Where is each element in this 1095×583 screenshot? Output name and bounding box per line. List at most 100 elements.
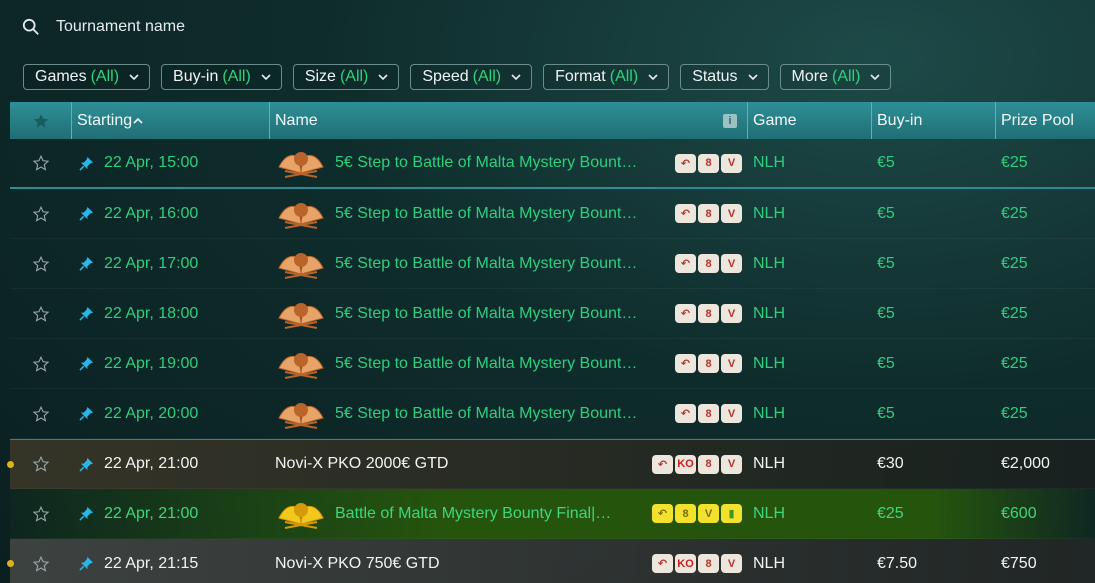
game-cell: NLH: [747, 239, 871, 289]
badge-group: ↶ 8 V ▮: [652, 504, 742, 523]
pin-icon: [79, 156, 94, 171]
filter-more[interactable]: More (All): [779, 64, 892, 90]
favorite-cell[interactable]: [10, 489, 71, 539]
column-prize-pool[interactable]: Prize Pool: [995, 102, 1095, 139]
search-input[interactable]: [56, 18, 456, 36]
tournament-logo-icon: [278, 402, 324, 429]
prize-cell: €25: [995, 389, 1095, 439]
start-time: 22 Apr, 19:00: [104, 354, 199, 372]
table-row[interactable]: 22 Apr, 17:00 5€ Step to Battle of Malta …: [10, 239, 1095, 289]
filter-size[interactable]: Size (All): [292, 64, 400, 90]
table-row[interactable]: 22 Apr, 18:00 5€ Step to Battle of Malta …: [10, 289, 1095, 339]
column-label: Name: [275, 111, 318, 129]
favorite-cell[interactable]: [10, 189, 71, 239]
star-icon[interactable]: [32, 255, 49, 272]
buyin-value: €5: [877, 354, 895, 372]
favorite-cell[interactable]: [10, 439, 71, 489]
column-game[interactable]: Game: [747, 102, 871, 139]
favorite-cell[interactable]: [10, 239, 71, 289]
column-starting[interactable]: Starting: [71, 102, 269, 139]
tournament-name: 5€ Step to Battle of Malta Mystery Bount…: [335, 204, 638, 222]
name-cell: Novi-X PKO 2000€ GTD ↶ KO 8 V: [269, 439, 747, 489]
search-bar[interactable]: [22, 12, 622, 42]
prize-value: €25: [1001, 354, 1028, 372]
game-cell: NLH: [747, 189, 871, 239]
game-value: NLH: [753, 254, 786, 272]
ko-badge: KO: [675, 454, 696, 474]
signal-bars-icon: ▮: [721, 504, 742, 523]
name-cell: Novi-X PKO 750€ GTD ↶ KO 8 V: [269, 539, 747, 583]
buyin-cell: €5: [871, 239, 995, 289]
status-dot: [7, 560, 14, 567]
table-header: Starting Name i Game Buy-in Prize Pool: [10, 102, 1095, 139]
star-icon[interactable]: [32, 205, 49, 222]
star-icon[interactable]: [32, 305, 49, 322]
chevron-down-icon: [511, 74, 521, 81]
name-cell: 5€ Step to Battle of Malta Mystery Bount…: [269, 339, 747, 389]
game-cell: NLH: [747, 389, 871, 439]
favorite-cell[interactable]: [10, 539, 71, 583]
favorite-cell[interactable]: [10, 138, 71, 188]
filter-value: (All): [832, 68, 861, 85]
favorite-cell[interactable]: [10, 389, 71, 439]
filter-format[interactable]: Format (All): [543, 64, 670, 90]
badge-group: ↶ 8 V: [675, 153, 742, 173]
game-value: NLH: [753, 354, 786, 372]
star-icon[interactable]: [32, 155, 49, 171]
rebuy-badge-icon: ↶: [652, 454, 673, 474]
table-row[interactable]: 22 Apr, 16:00 5€ Step to Battle of Malta …: [10, 189, 1095, 239]
filter-status[interactable]: Status: [680, 64, 769, 90]
prize-value: €25: [1001, 254, 1028, 272]
prize-value: €750: [1001, 554, 1037, 572]
star-icon[interactable]: [32, 355, 49, 372]
star-icon[interactable]: [32, 505, 49, 522]
table-row[interactable]: 22 Apr, 21:00 Novi-X PKO 2000€ GTD ↶ KO 8 V NL…: [7, 439, 1095, 489]
star-icon[interactable]: [32, 555, 49, 572]
filter-label: Format: [555, 68, 606, 85]
game-cell: NLH: [747, 539, 871, 583]
game-cell: NLH: [747, 339, 871, 389]
table-row[interactable]: 22 Apr, 15:00 5€ Step to Battle of Malta …: [10, 139, 1095, 189]
table-row[interactable]: 22 Apr, 21:00 Battle of Malta Mystery Bou…: [10, 489, 1095, 539]
tournament-name: Novi-X PKO 750€ GTD: [275, 554, 440, 572]
prize-cell: €750: [995, 539, 1095, 583]
buyin-cell: €7.50: [871, 539, 995, 583]
filter-games[interactable]: Games (All): [23, 64, 151, 90]
favorite-cell[interactable]: [10, 339, 71, 389]
filter-label: Buy-in: [173, 68, 219, 85]
favorite-column-header[interactable]: [10, 102, 71, 139]
favorite-cell[interactable]: [10, 289, 71, 339]
tournament-name: Novi-X PKO 2000€ GTD: [275, 455, 449, 472]
filter-buyin[interactable]: Buy-in (All): [161, 64, 282, 90]
filter-value: (All): [90, 68, 120, 85]
name-cell: 5€ Step to Battle of Malta Mystery Bount…: [269, 138, 747, 188]
starting-cell: 22 Apr, 16:00: [71, 189, 269, 239]
star-icon[interactable]: [32, 456, 49, 472]
prize-cell: €600: [995, 489, 1095, 539]
chevron-down-icon: [870, 74, 881, 81]
star-icon[interactable]: [32, 405, 49, 422]
rebuy-badge-icon: ↶: [675, 304, 696, 323]
start-time: 22 Apr, 17:00: [104, 254, 199, 272]
table-row[interactable]: 22 Apr, 20:00 5€ Step to Battle of Malta …: [10, 389, 1095, 439]
tournament-name: Battle of Malta Mystery Bounty Final|…: [335, 504, 612, 522]
table-row[interactable]: 22 Apr, 21:15 Novi-X PKO 750€ GTD ↶ KO 8 V NLH…: [7, 539, 1095, 583]
filter-speed[interactable]: Speed (All): [410, 64, 533, 90]
prize-value: €25: [1001, 154, 1028, 171]
info-icon[interactable]: i: [723, 113, 737, 128]
ko-badge: KO: [675, 554, 696, 573]
buyin-cell: €5: [871, 138, 995, 188]
column-buyin[interactable]: Buy-in: [871, 102, 995, 139]
pin-icon: [79, 206, 94, 221]
v-badge: V: [721, 454, 742, 474]
prize-cell: €25: [995, 239, 1095, 289]
column-name[interactable]: Name i: [269, 102, 747, 139]
pin-icon: [79, 406, 94, 421]
starting-cell: 22 Apr, 17:00: [71, 239, 269, 289]
game-value: NLH: [753, 204, 786, 222]
filter-label: Games: [35, 68, 87, 85]
buyin-cell: €5: [871, 189, 995, 239]
filter-label: Speed: [422, 68, 469, 85]
game-cell: NLH: [747, 439, 871, 489]
table-row[interactable]: 22 Apr, 19:00 5€ Step to Battle of Malta …: [10, 339, 1095, 389]
